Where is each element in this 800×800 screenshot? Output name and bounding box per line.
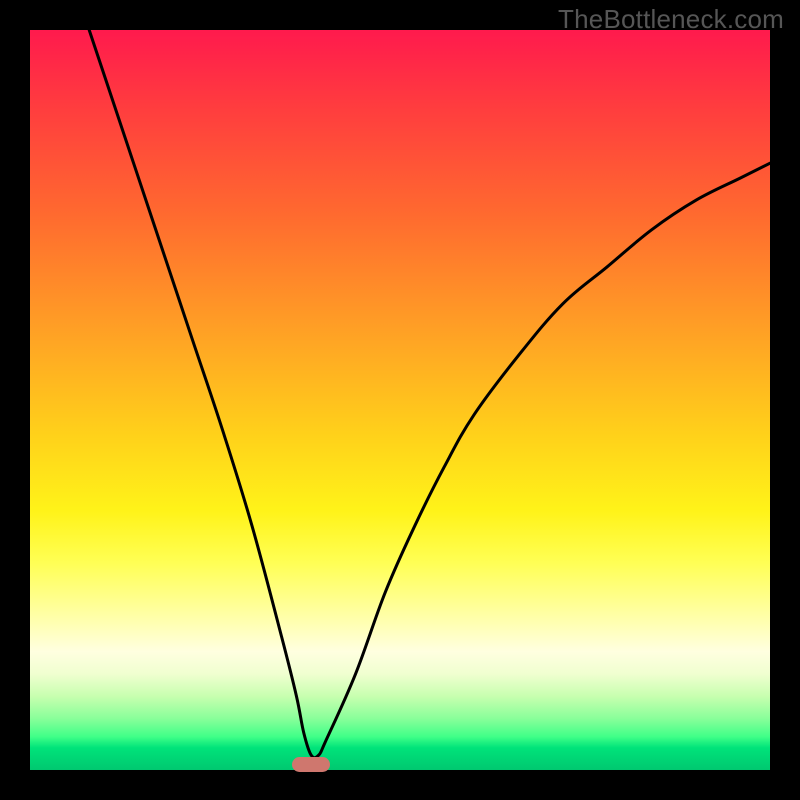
chart-frame: TheBottleneck.com <box>0 0 800 800</box>
bottleneck-curve <box>89 30 770 758</box>
optimal-marker <box>292 757 330 772</box>
curve-svg <box>30 30 770 770</box>
gradient-plot-area <box>30 30 770 770</box>
